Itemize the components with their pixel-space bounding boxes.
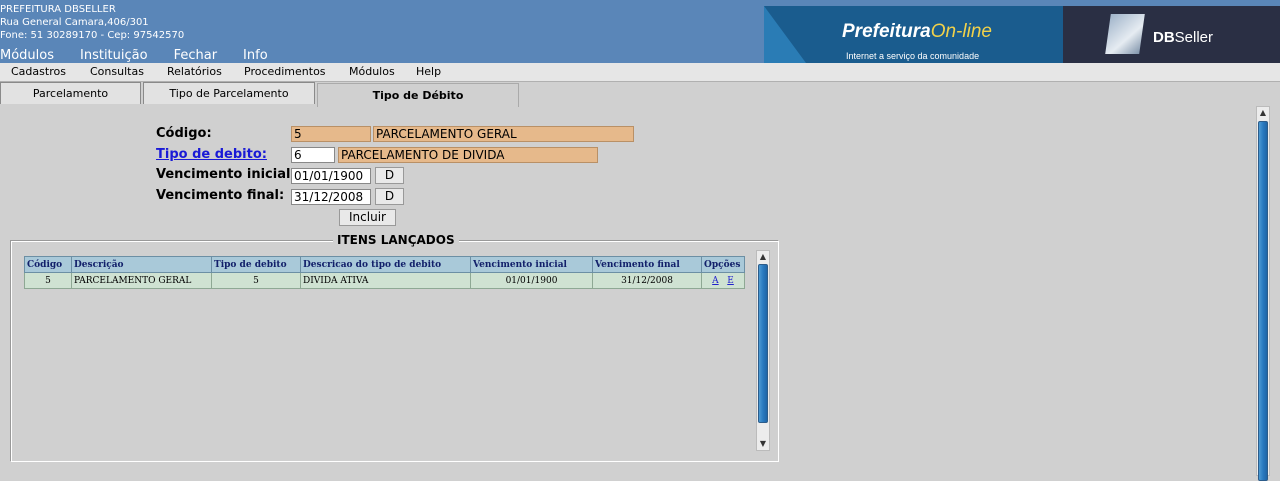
menu-bar: Cadastros Consultas Relatórios Procedime… xyxy=(0,63,1280,82)
col-vencimento-final: Vencimento final xyxy=(592,256,702,273)
vencimento-final-label: Vencimento final: xyxy=(156,188,285,203)
tab-tipo-de-parcelamento[interactable]: Tipo de Parcelamento xyxy=(143,82,315,104)
dbseller-logo-icon xyxy=(1105,14,1145,54)
logo-seller-text: Seller xyxy=(1174,29,1214,46)
cell-codigo: 5 xyxy=(24,272,72,289)
cell-descricao-tipo: DIVIDA ATIVA xyxy=(300,272,471,289)
codigo-description-field: PARCELAMENTO GERAL xyxy=(373,126,634,142)
dbseller-logo-text: DBSeller xyxy=(1153,29,1213,46)
items-table: Código Descrição Tipo de debito Descrica… xyxy=(24,256,745,289)
logo-prefeitura-text: Prefeitura xyxy=(842,21,931,42)
scroll-up-arrow-icon[interactable]: ▲ xyxy=(757,252,769,262)
menu-help[interactable]: Help xyxy=(416,65,441,78)
vencimento-inicial-field[interactable]: 01/01/1900 xyxy=(291,168,371,184)
menu-consultas[interactable]: Consultas xyxy=(90,65,144,78)
itens-lancados-legend: ITENS LANÇADOS xyxy=(333,233,459,247)
logo-title: PrefeituraOn-line xyxy=(842,21,992,43)
org-address: Rua General Camara,406/301 xyxy=(0,17,149,28)
table-row: 5 PARCELAMENTO GERAL 5 DIVIDA ATIVA 01/0… xyxy=(24,272,745,289)
items-scrollbar[interactable]: ▲ ▼ xyxy=(756,250,770,451)
page-scroll-up-arrow-icon[interactable]: ▲ xyxy=(1257,108,1269,118)
scroll-down-arrow-icon[interactable]: ▼ xyxy=(757,439,769,449)
cell-tipo-debito: 5 xyxy=(211,272,301,289)
items-scroll-thumb[interactable] xyxy=(758,264,768,423)
logo-db-text: DB xyxy=(1153,29,1175,46)
col-descricao: Descrição xyxy=(71,256,212,273)
top-menu-fechar[interactable]: Fechar xyxy=(174,49,217,63)
vencimento-final-field[interactable]: 31/12/2008 xyxy=(291,189,371,205)
col-opcoes: Opções xyxy=(701,256,745,273)
tipo-debito-description-field: PARCELAMENTO DE DIVIDA xyxy=(338,147,598,163)
codigo-label: Código: xyxy=(156,126,212,141)
codigo-field[interactable]: 5 xyxy=(291,126,371,142)
cell-opcoes: A E xyxy=(701,272,745,289)
cell-vencimento-inicial: 01/01/1900 xyxy=(470,272,593,289)
logo-tagline: Internet a serviço da comunidade xyxy=(846,51,980,61)
col-tipo-debito: Tipo de debito xyxy=(211,256,301,273)
tab-tipo-de-debito[interactable]: Tipo de Débito xyxy=(317,83,519,107)
logo-accent-shape xyxy=(764,6,806,63)
menu-modulos[interactable]: Módulos xyxy=(349,65,395,78)
table-header-row: Código Descrição Tipo de debito Descrica… xyxy=(24,256,745,273)
org-name: PREFEITURA DBSELLER xyxy=(0,4,116,15)
excluir-link[interactable]: E xyxy=(727,276,734,286)
col-vencimento-inicial: Vencimento inicial xyxy=(470,256,593,273)
menu-cadastros[interactable]: Cadastros xyxy=(11,65,66,78)
tab-parcelamento[interactable]: Parcelamento xyxy=(0,82,141,104)
vencimento-inicial-date-button[interactable]: D xyxy=(375,167,404,184)
top-menu-instituicao[interactable]: Instituição xyxy=(80,49,148,63)
vencimento-inicial-label: Vencimento inicial: xyxy=(156,167,296,182)
org-phone: Fone: 51 30289170 - Cep: 97542570 xyxy=(0,30,185,41)
page-scrollbar[interactable]: ▲ xyxy=(1256,106,1270,481)
col-descricao-tipo: Descricao do tipo de debito xyxy=(300,256,471,273)
top-menu-modulos[interactable]: Módulos xyxy=(0,49,54,63)
cell-descricao: PARCELAMENTO GERAL xyxy=(71,272,212,289)
logo-online-text: On-line xyxy=(930,21,992,42)
page-scroll-thumb[interactable] xyxy=(1258,121,1268,481)
tipo-debito-label: Tipo de debito: xyxy=(156,147,267,162)
top-menu: Módulos Instituição Fechar Info xyxy=(0,49,294,63)
tipo-debito-link[interactable]: Tipo de debito: xyxy=(156,147,267,162)
top-menu-info[interactable]: Info xyxy=(243,49,268,63)
alterar-link[interactable]: A xyxy=(712,276,719,286)
incluir-button[interactable]: Incluir xyxy=(339,209,396,226)
app-header: PREFEITURA DBSELLER Rua General Camara,4… xyxy=(0,0,1280,63)
menu-procedimentos[interactable]: Procedimentos xyxy=(244,65,326,78)
tipo-debito-field[interactable]: 6 xyxy=(291,147,335,163)
vencimento-final-date-button[interactable]: D xyxy=(375,188,404,205)
menu-relatorios[interactable]: Relatórios xyxy=(167,65,222,78)
cell-vencimento-final: 31/12/2008 xyxy=(592,272,702,289)
col-codigo: Código xyxy=(24,256,72,273)
